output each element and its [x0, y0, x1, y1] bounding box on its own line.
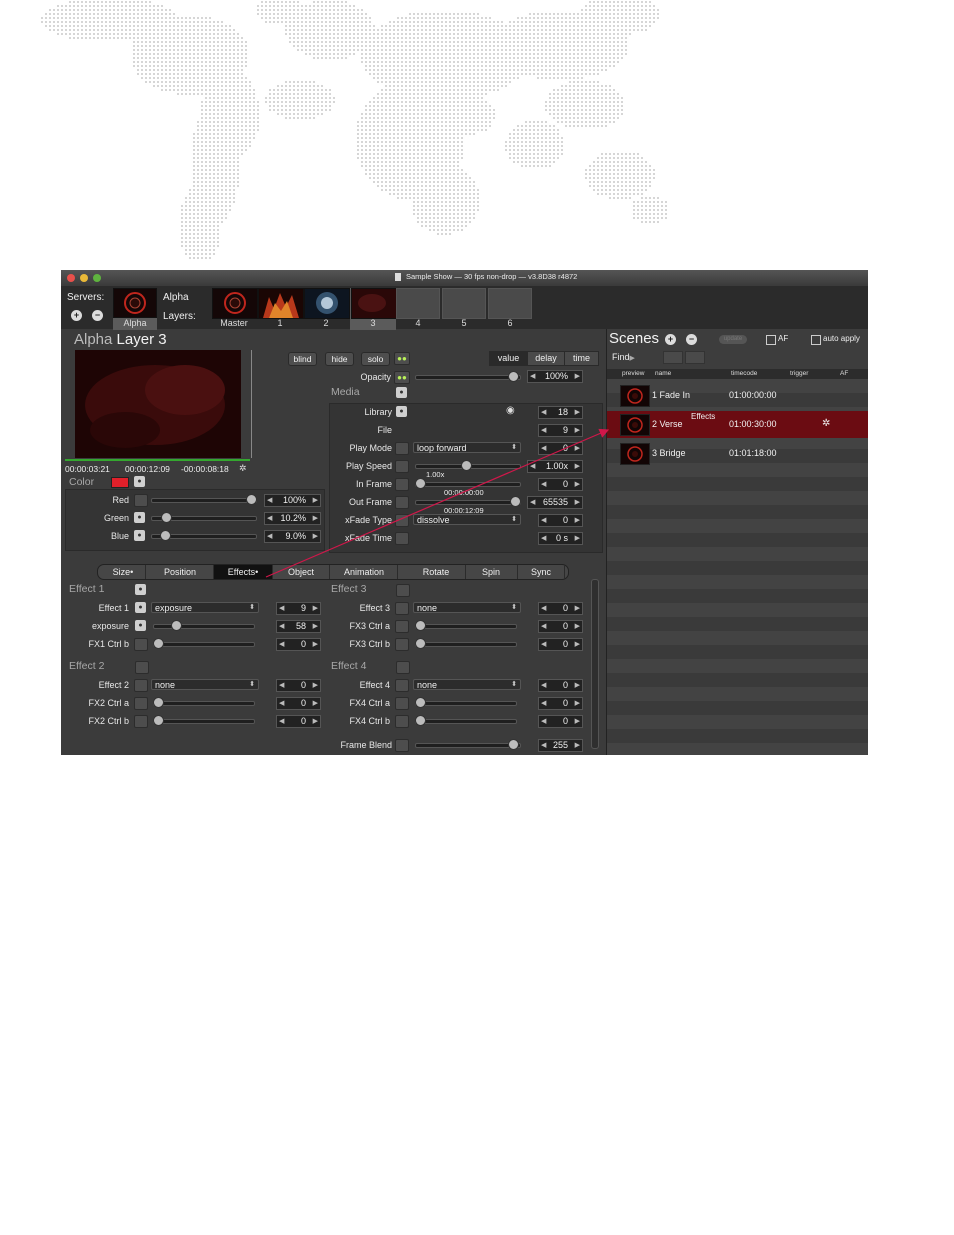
- annotation-arrow: [265, 428, 610, 578]
- application-window: Sample Show — 30 fps non-drop — v3.8D38 …: [61, 270, 868, 755]
- world-map-decoration: [41, 1, 667, 259]
